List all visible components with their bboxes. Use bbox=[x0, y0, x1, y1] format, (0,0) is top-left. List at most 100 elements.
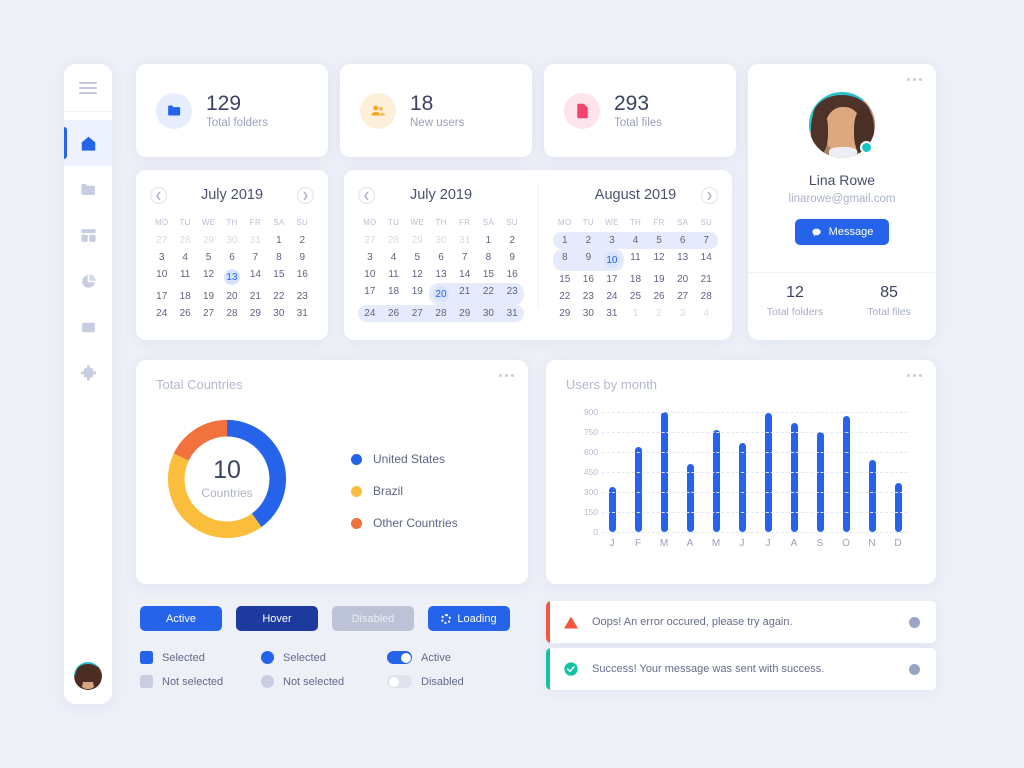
sidebar-item-folders[interactable] bbox=[64, 166, 112, 212]
radio-button[interactable] bbox=[261, 651, 274, 664]
calendar-day[interactable]: 4 bbox=[382, 249, 406, 266]
calendar-day[interactable]: 22 bbox=[267, 288, 290, 305]
calendar-day[interactable]: 26 bbox=[647, 288, 671, 305]
calendar-day[interactable]: 22 bbox=[553, 288, 577, 305]
radio-button[interactable] bbox=[261, 675, 274, 688]
calendar-day[interactable]: 18 bbox=[624, 271, 648, 288]
calendar-day[interactable]: 3 bbox=[600, 232, 624, 249]
calendar-day[interactable]: 28 bbox=[694, 288, 718, 305]
checkbox[interactable]: Selected bbox=[140, 651, 223, 664]
calendar-day[interactable]: 12 bbox=[405, 266, 429, 283]
sidebar-avatar[interactable] bbox=[74, 662, 102, 690]
calendar-day[interactable]: 9 bbox=[291, 249, 314, 266]
calendar-day[interactable]: 27 bbox=[197, 305, 220, 322]
calendar-day[interactable]: 13 bbox=[671, 249, 695, 271]
calendar-day[interactable]: 31 bbox=[500, 305, 524, 322]
calendar-day[interactable]: 5 bbox=[647, 232, 671, 249]
calendar-day[interactable]: 19 bbox=[405, 283, 429, 305]
calendar-day[interactable]: 6 bbox=[670, 232, 695, 249]
calendar-day[interactable]: 7 bbox=[694, 232, 718, 249]
calendar-day[interactable]: 8 bbox=[553, 249, 577, 271]
calendar-day[interactable]: 10 bbox=[150, 266, 173, 288]
calendar-day[interactable]: 17 bbox=[600, 271, 624, 288]
calendar-day[interactable]: 28 bbox=[220, 305, 243, 322]
calendar-day[interactable]: 3 bbox=[358, 249, 382, 266]
calendar-day[interactable]: 21 bbox=[452, 283, 477, 305]
calendar-day[interactable]: 6 bbox=[429, 249, 453, 266]
calendar-day[interactable]: 29 bbox=[452, 305, 477, 322]
calendar-prev-button[interactable]: ❮ bbox=[358, 186, 375, 204]
calendar-day[interactable]: 31 bbox=[291, 305, 314, 322]
legend-item[interactable]: Other Countries bbox=[351, 516, 458, 530]
calendar-day[interactable]: 23 bbox=[291, 288, 314, 305]
calendar-day[interactable]: 14 bbox=[244, 266, 267, 288]
calendar-day[interactable]: 15 bbox=[553, 271, 577, 288]
checkbox-box[interactable] bbox=[140, 651, 153, 664]
card-more-options-icon[interactable] bbox=[499, 374, 514, 377]
toggle-switch[interactable] bbox=[387, 675, 412, 688]
checkbox[interactable]: Not selected bbox=[140, 675, 223, 688]
radio[interactable]: Not selected bbox=[261, 675, 344, 688]
calendar-day[interactable]: 26 bbox=[381, 305, 406, 322]
calendar-day[interactable]: 24 bbox=[600, 288, 624, 305]
calendar-day[interactable]: 27 bbox=[405, 305, 430, 322]
toggle[interactable]: Active bbox=[387, 651, 464, 664]
calendar-day[interactable]: 2 bbox=[291, 232, 314, 249]
calendar-day[interactable]: 13 bbox=[220, 266, 243, 288]
sidebar-item-extensions[interactable] bbox=[64, 350, 112, 396]
calendar-day[interactable]: 1 bbox=[477, 232, 501, 249]
sidebar-item-archive[interactable] bbox=[64, 304, 112, 350]
calendar-day[interactable]: 20 bbox=[220, 288, 243, 305]
calendar-day[interactable]: 2 bbox=[500, 232, 524, 249]
calendar-day[interactable]: 11 bbox=[173, 266, 196, 288]
calendar-day[interactable]: 19 bbox=[647, 271, 671, 288]
calendar-day[interactable]: 22 bbox=[476, 283, 501, 305]
calendar-day[interactable]: 1 bbox=[267, 232, 290, 249]
button-loading[interactable]: Loading bbox=[428, 606, 510, 631]
calendar-day[interactable]: 4 bbox=[173, 249, 196, 266]
calendar-day[interactable]: 26 bbox=[173, 305, 196, 322]
calendar-day[interactable]: 10 bbox=[358, 266, 382, 283]
sidebar-item-analytics[interactable] bbox=[64, 258, 112, 304]
card-more-options-icon[interactable] bbox=[907, 374, 922, 377]
calendar-day[interactable]: 12 bbox=[647, 249, 671, 271]
calendar-day[interactable]: 16 bbox=[500, 266, 524, 283]
calendar-day[interactable]: 27 bbox=[671, 288, 695, 305]
legend-item[interactable]: United States bbox=[351, 452, 458, 466]
calendar-day[interactable]: 23 bbox=[500, 283, 524, 305]
calendar-day[interactable]: 9 bbox=[500, 249, 524, 266]
calendar-day[interactable]: 8 bbox=[477, 249, 501, 266]
calendar-day[interactable]: 24 bbox=[358, 305, 382, 322]
calendar-day[interactable]: 11 bbox=[382, 266, 406, 283]
calendar-day[interactable]: 18 bbox=[382, 283, 406, 305]
calendar-day[interactable]: 31 bbox=[600, 305, 624, 322]
calendar-day[interactable]: 21 bbox=[694, 271, 718, 288]
calendar-day[interactable]: 16 bbox=[577, 271, 601, 288]
calendar-day[interactable]: 14 bbox=[694, 249, 718, 271]
calendar-day[interactable]: 5 bbox=[197, 249, 220, 266]
calendar-day[interactable]: 23 bbox=[577, 288, 601, 305]
calendar-day[interactable]: 20 bbox=[429, 283, 453, 305]
calendar-day[interactable]: 3 bbox=[150, 249, 173, 266]
button-hover[interactable]: Hover bbox=[236, 606, 318, 631]
sidebar-item-home[interactable] bbox=[64, 120, 112, 166]
calendar-day[interactable]: 7 bbox=[244, 249, 267, 266]
calendar-day[interactable]: 7 bbox=[453, 249, 477, 266]
calendar-day[interactable]: 5 bbox=[405, 249, 429, 266]
calendar-day[interactable]: 30 bbox=[577, 305, 601, 322]
calendar-next-button[interactable]: ❯ bbox=[701, 186, 718, 204]
calendar-next-button[interactable]: ❯ bbox=[297, 186, 314, 204]
calendar-day[interactable]: 8 bbox=[267, 249, 290, 266]
checkbox-box[interactable] bbox=[140, 675, 153, 688]
calendar-day[interactable]: 30 bbox=[476, 305, 501, 322]
calendar-day[interactable]: 17 bbox=[358, 283, 382, 305]
calendar-day[interactable]: 6 bbox=[220, 249, 243, 266]
calendar-day[interactable]: 21 bbox=[244, 288, 267, 305]
calendar-day[interactable]: 18 bbox=[173, 288, 196, 305]
toggle-switch[interactable] bbox=[387, 651, 412, 664]
calendar-day[interactable]: 15 bbox=[477, 266, 501, 283]
alert-close-button[interactable] bbox=[909, 616, 920, 628]
calendar-day[interactable]: 2 bbox=[576, 232, 601, 249]
calendar-day[interactable]: 1 bbox=[553, 232, 577, 249]
calendar-day[interactable]: 13 bbox=[429, 266, 453, 283]
